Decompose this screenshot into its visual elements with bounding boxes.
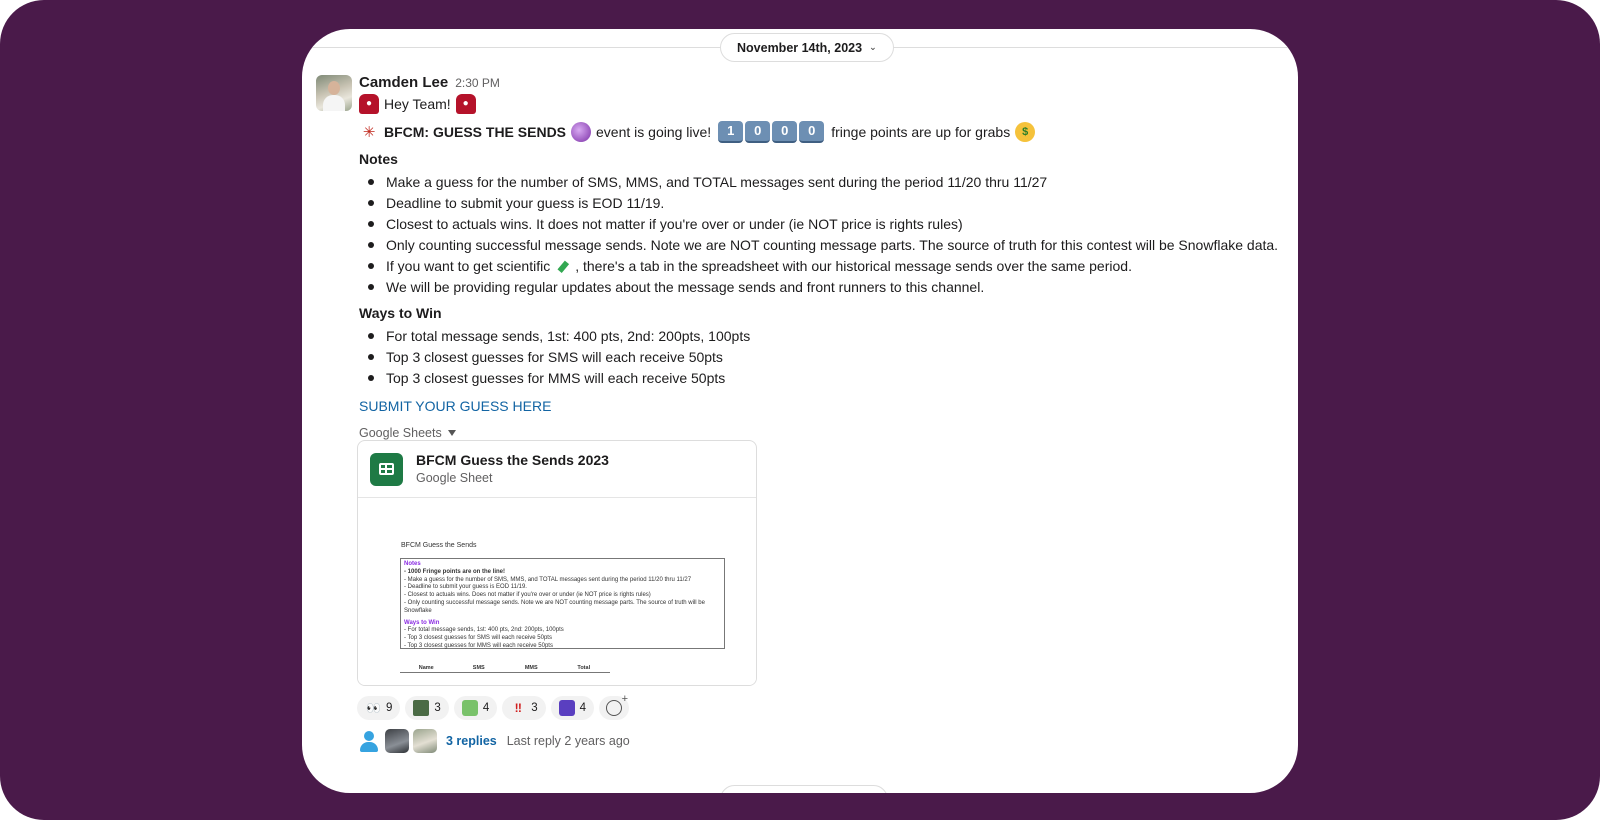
- google-sheets-icon: [370, 452, 403, 486]
- add-emoji-icon: [606, 693, 628, 716]
- attachment-header: BFCM Guess the Sends 2023 Google Sheet: [358, 441, 756, 498]
- attachment-subtitle: Google Sheet: [416, 471, 493, 485]
- submit-guess-link[interactable]: SUBMIT YOUR GUESS HERE: [359, 396, 1289, 418]
- date-label: November 14th, 2023: [737, 40, 863, 55]
- headline-tail-text: fringe points are up for grabs: [831, 124, 1011, 140]
- greeting-text: Hey Team!: [384, 96, 451, 112]
- preview-col-header: Name: [418, 665, 434, 671]
- thread-summary[interactable]: 3 replies Last reply 2 years ago: [357, 729, 630, 753]
- preview-line: - 1000 Fringe points are on the line!: [404, 568, 506, 575]
- preview-line: - Deadline to submit your guess is EOD 1…: [404, 584, 527, 591]
- preview-notes-header: Notes: [404, 561, 421, 567]
- preview-line: - Closest to actuals wins. Does not matt…: [404, 592, 651, 599]
- keycap-digit: 0: [772, 121, 798, 143]
- money-mouth-face-icon: $: [1015, 122, 1036, 142]
- next-date-divider[interactable]: [720, 785, 888, 793]
- preview-table: Name SMS MMS Total: [400, 665, 610, 673]
- preview-col-header: MMS: [524, 665, 538, 671]
- list-item: Deadline to submit your guess is EOD 11/…: [359, 192, 1289, 213]
- last-reply-text: Last reply 2 years ago: [506, 734, 630, 748]
- list-item: For total message sends, 1st: 400 pts, 2…: [359, 325, 1289, 346]
- keycap-digit: 0: [745, 121, 771, 143]
- reaction-image[interactable]: 3: [405, 696, 449, 720]
- explosion-icon: ✳: [362, 123, 376, 141]
- google-sheet-attachment[interactable]: BFCM Guess the Sends 2023 Google Sheet B…: [357, 440, 757, 686]
- author-name[interactable]: Camden Lee: [359, 73, 448, 93]
- reaction-count: 3: [531, 702, 538, 714]
- headline-title: BFCM: GUESS THE SENDS: [384, 124, 567, 140]
- list-item: Top 3 closest guesses for SMS will each …: [359, 346, 1289, 367]
- reaction-count: 9: [386, 702, 393, 714]
- caret-down-icon: [447, 430, 456, 436]
- message-body: Camden Lee 2:30 PM ● Hey Team! ● ✳ BFCM:…: [359, 73, 1289, 444]
- headline-line: ✳ BFCM: GUESS THE SENDS event is going l…: [359, 121, 1289, 143]
- notes-title: Notes: [359, 151, 398, 167]
- reaction-bangbang[interactable]: ‼ 3: [502, 696, 546, 720]
- message-header: Camden Lee 2:30 PM: [359, 73, 1289, 93]
- sheet-preview[interactable]: BFCM Guess the Sends Notes - 1000 Fringe…: [358, 498, 756, 685]
- author-avatar[interactable]: [316, 75, 352, 111]
- rotating-light-icon: ●: [455, 94, 476, 114]
- preview-line: - Make a guess for the number of SMS, MM…: [404, 576, 692, 583]
- preview-title: BFCM Guess the Sends: [401, 542, 477, 549]
- image-emoji-icon: [413, 700, 430, 716]
- add-reaction-button[interactable]: [599, 693, 630, 720]
- greeting-line: ● Hey Team! ●: [359, 93, 1289, 115]
- preview-table-header: Name SMS MMS Total: [400, 665, 610, 673]
- ways-list: For total message sends, 1st: 400 pts, 2…: [359, 325, 1289, 388]
- list-item: We will be providing regular updates abo…: [359, 276, 1289, 297]
- double-exclamation-icon: ‼: [514, 701, 522, 715]
- reaction-robot[interactable]: 4: [550, 696, 595, 720]
- reaction-cash[interactable]: 4: [453, 696, 498, 720]
- reaction-eyes[interactable]: 👀 9: [357, 696, 401, 720]
- notes-list: Make a guess for the number of SMS, MMS,…: [359, 171, 1289, 297]
- list-item: Make a guess for the number of SMS, MMS,…: [359, 171, 1289, 192]
- keycap-digit: 1: [718, 121, 744, 143]
- preview-col-header: Total: [577, 665, 591, 671]
- list-item: Closest to actuals wins. It does not mat…: [359, 213, 1289, 234]
- attachment-title[interactable]: BFCM Guess the Sends 2023: [416, 451, 609, 469]
- reactions-bar: 👀 9 3 4 ‼ 3 4: [357, 693, 630, 720]
- reaction-count: 4: [482, 702, 490, 714]
- replies-link[interactable]: 3 replies: [446, 734, 497, 748]
- cash-emoji-icon: [461, 700, 478, 716]
- eyes-icon: 👀: [366, 701, 381, 715]
- preview-line: - Top 3 closest guesses for MMS will eac…: [404, 642, 553, 649]
- message-timestamp[interactable]: 2:30 PM: [455, 73, 500, 93]
- date-divider-button[interactable]: November 14th, 2023 ⌄: [720, 33, 894, 62]
- message-panel: November 14th, 2023 ⌄ Camden Lee 2:30 PM…: [302, 29, 1298, 793]
- list-item: Only counting successful message sends. …: [359, 234, 1289, 255]
- chevron-down-icon: ⌄: [869, 42, 877, 52]
- list-item: Top 3 closest guesses for MMS will each …: [359, 367, 1289, 388]
- keycap-digit: 0: [799, 121, 825, 143]
- keycap-number: 1 0 0 0: [718, 121, 825, 143]
- replier-avatar: [357, 729, 381, 753]
- reaction-count: 4: [579, 702, 587, 714]
- preview-col-header: SMS: [472, 665, 485, 671]
- preview-notes-box: Notes - 1000 Fringe points are on the li…: [400, 558, 725, 649]
- robot-emoji-icon: [558, 700, 575, 716]
- list-item: If you want to get scientific ▮ , there'…: [359, 255, 1289, 276]
- preview-ways-header: Ways to Win: [404, 619, 440, 626]
- preview-line: - For total message sends, 1st: 400 pts,…: [404, 627, 564, 634]
- note-scientific-before: If you want to get scientific: [386, 257, 551, 274]
- reaction-count: 3: [434, 702, 441, 714]
- preview-line: - Top 3 closest guesses for SMS will eac…: [404, 635, 552, 642]
- note-scientific-after: , there's a tab in the spreadsheet with …: [575, 257, 1132, 274]
- crystal-ball-icon: [571, 122, 592, 142]
- preview-line: - Only counting successful message sends…: [404, 599, 705, 614]
- headline-event-text: event is going live!: [596, 124, 712, 140]
- ways-title: Ways to Win: [359, 305, 442, 321]
- replier-avatar: [413, 729, 437, 753]
- rotating-light-icon: ●: [359, 94, 379, 114]
- replier-avatar: [385, 729, 409, 753]
